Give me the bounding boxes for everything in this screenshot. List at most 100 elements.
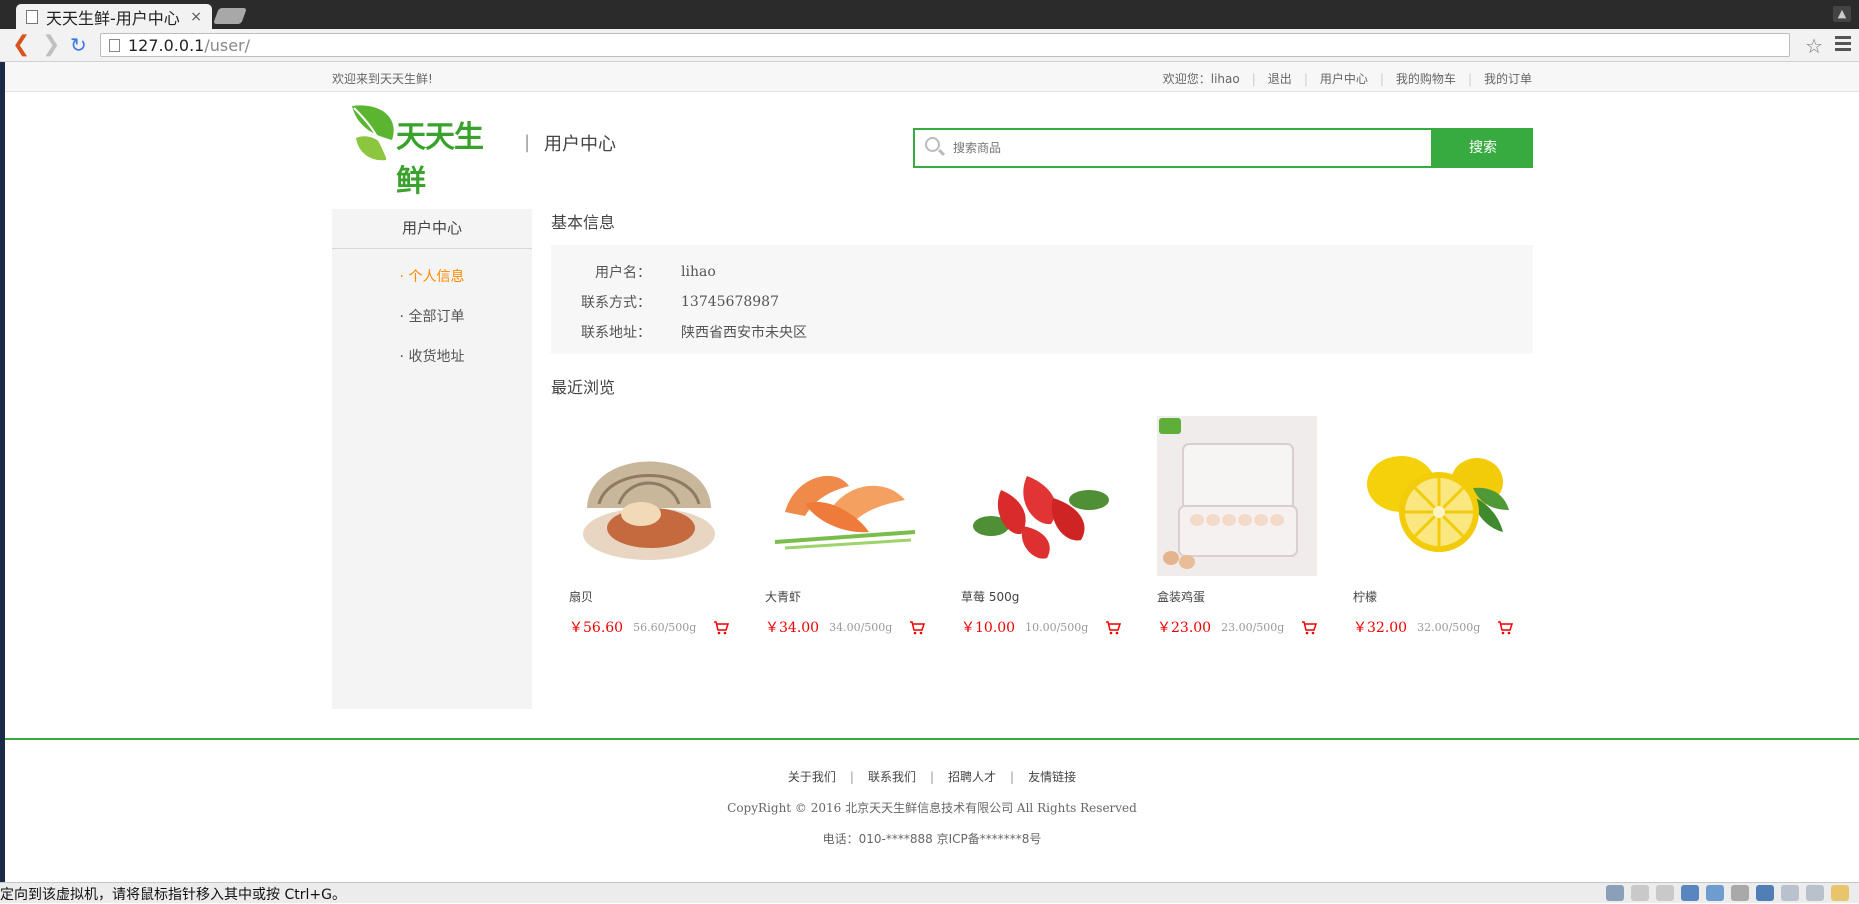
- info-row-address: 联系地址： 陕西省西安市未央区: [551, 317, 1533, 347]
- copyright: CopyRight © 2016 北京天天生鲜信息技术有限公司 All Righ…: [727, 801, 1137, 815]
- browser-tab-bar: 天天生鲜-用户中心 × ▲: [0, 0, 1859, 29]
- cd-drive-icon[interactable]: [1631, 885, 1649, 901]
- forward-icon[interactable]: ❯: [42, 34, 60, 56]
- user-greeting: 欢迎您：lihao: [1162, 72, 1240, 86]
- goods-image-lemon[interactable]: [1353, 416, 1513, 576]
- logo-text: 天天生鲜: [396, 120, 484, 199]
- goods-unit: 32.00/500g: [1417, 620, 1481, 634]
- info-key: 联系地址：: [581, 325, 651, 341]
- goods-unit: 23.00/500g: [1221, 620, 1285, 634]
- usb-icon[interactable]: [1806, 885, 1824, 901]
- goods-name[interactable]: 草莓 500g: [961, 588, 1121, 608]
- user-center-link[interactable]: 用户中心: [1320, 70, 1368, 87]
- goods-item[interactable]: 扇贝 ￥56.60 56.60/500g: [569, 416, 730, 638]
- separator: |: [929, 769, 935, 784]
- add-to-cart-icon[interactable]: [713, 620, 730, 635]
- page-icon: [109, 38, 120, 52]
- add-to-cart-icon[interactable]: [1497, 620, 1514, 635]
- url-host: 127.0.0.1: [128, 35, 205, 55]
- orders-link[interactable]: 我的订单: [1484, 70, 1532, 87]
- goods-name[interactable]: 柠檬: [1353, 588, 1513, 608]
- browser-tab[interactable]: 天天生鲜-用户中心 ×: [16, 4, 212, 29]
- info-value: 13745678987: [681, 294, 779, 310]
- separator: |: [849, 769, 854, 784]
- separator: |: [1303, 71, 1308, 86]
- footer-link-friends[interactable]: 友情链接: [1028, 768, 1076, 785]
- recent-goods-list: 扇贝 ￥56.60 56.60/500g 大青虾 ￥34.00 34.00/50…: [569, 416, 1533, 638]
- sidebar-item-orders[interactable]: · 全部订单: [332, 307, 532, 347]
- contact-phone: 电话：010-****888 京ICP备*******8号: [822, 832, 1042, 846]
- basic-info-panel: 用户名： lihao 联系方式： 13745678987 联系地址： 陕西省西安…: [551, 245, 1533, 354]
- goods-unit: 34.00/500g: [829, 620, 893, 634]
- goods-name[interactable]: 盒装鸡蛋: [1157, 588, 1317, 608]
- goods-price: ￥34.00: [765, 620, 820, 636]
- footer-link-about[interactable]: 关于我们: [788, 768, 836, 785]
- hard-disk-icon[interactable]: [1606, 885, 1624, 901]
- search-input[interactable]: [953, 133, 1431, 163]
- add-to-cart-icon[interactable]: [1105, 620, 1122, 635]
- sidebar-title: 用户中心: [332, 209, 532, 249]
- goods-image-shrimp[interactable]: [765, 416, 925, 576]
- search-box: [913, 128, 1433, 168]
- reload-icon[interactable]: ↻: [70, 34, 87, 56]
- add-to-cart-icon[interactable]: [1301, 620, 1318, 635]
- search-bar: 搜索: [913, 128, 1533, 168]
- footer-link-jobs[interactable]: 招聘人才: [948, 768, 996, 785]
- goods-name[interactable]: 大青虾: [765, 588, 925, 608]
- header-divider: |: [524, 132, 531, 153]
- site-welcome: 欢迎来到天天生鲜!: [332, 72, 433, 86]
- sound-icon[interactable]: [1756, 885, 1774, 901]
- printer-icon[interactable]: [1731, 885, 1749, 901]
- goods-item[interactable]: 大青虾 ￥34.00 34.00/500g: [765, 416, 926, 638]
- separator: |: [1251, 71, 1256, 86]
- url-field[interactable]: 127.0.0.1/user/: [100, 33, 1790, 57]
- add-to-cart-icon[interactable]: [909, 620, 926, 635]
- address-toolbar: ❮ ❯ ↻ 127.0.0.1/user/ ☆: [0, 29, 1859, 62]
- goods-price: ￥32.00: [1353, 620, 1408, 636]
- info-row-phone: 联系方式： 13745678987: [551, 287, 1533, 317]
- basic-info-title: 基本信息: [551, 213, 616, 232]
- goods-item[interactable]: 盒装鸡蛋 ￥23.00 23.00/500g: [1157, 416, 1318, 638]
- search-button[interactable]: 搜索: [1433, 128, 1533, 168]
- page: 欢迎来到天天生鲜! 欢迎您：lihao | 退出 | 用户中心 | 我的购物车 …: [5, 62, 1859, 882]
- goods-name[interactable]: 扇贝: [569, 588, 729, 608]
- message-icon[interactable]: [1831, 885, 1849, 901]
- info-value: lihao: [681, 264, 716, 280]
- new-tab-button[interactable]: [213, 8, 247, 24]
- info-key: 用户名：: [595, 265, 651, 281]
- cd-drive-icon[interactable]: [1656, 885, 1674, 901]
- site-logo[interactable]: 天天生鲜: [348, 102, 500, 199]
- recent-title: 最近浏览: [551, 378, 616, 397]
- separator: |: [1379, 71, 1384, 86]
- goods-image-strawberry[interactable]: [961, 416, 1121, 576]
- url-path: /user/: [204, 35, 251, 55]
- floppy-icon[interactable]: [1681, 885, 1699, 901]
- vm-status-message: 定向到该虚拟机，请将鼠标指针移入其中或按 Ctrl+G。: [0, 887, 346, 903]
- top-links: 欢迎您：lihao | 退出 | 用户中心 | 我的购物车 | 我的订单: [1163, 70, 1532, 87]
- top-strip: 欢迎来到天天生鲜! 欢迎您：lihao | 退出 | 用户中心 | 我的购物车 …: [5, 62, 1859, 92]
- sidebar-item-address[interactable]: · 收货地址: [332, 347, 532, 387]
- profile-icon[interactable]: ▲: [1833, 6, 1851, 22]
- page-icon: [26, 9, 38, 24]
- bookmark-star-icon[interactable]: ☆: [1805, 34, 1823, 58]
- sidebar-item-profile[interactable]: · 个人信息: [332, 267, 532, 307]
- goods-image-scallop[interactable]: [569, 416, 729, 576]
- logout-link[interactable]: 退出: [1268, 70, 1292, 87]
- browser-menu-icon[interactable]: [1835, 36, 1851, 52]
- vm-status-bar: 定向到该虚拟机，请将鼠标指针移入其中或按 Ctrl+G。: [0, 882, 1859, 903]
- page-title: 用户中心: [544, 134, 616, 155]
- footer-link-contact[interactable]: 联系我们: [868, 768, 916, 785]
- footer-links: 关于我们 | 联系我们 | 招聘人才 | 友情链接: [5, 768, 1859, 785]
- back-icon[interactable]: ❮: [12, 34, 30, 56]
- goods-item[interactable]: 柠檬 ￥32.00 32.00/500g: [1353, 416, 1514, 638]
- separator: |: [1467, 71, 1472, 86]
- goods-image-eggs[interactable]: [1157, 416, 1317, 576]
- network-icon[interactable]: [1706, 885, 1724, 901]
- info-value: 陕西省西安市未央区: [681, 325, 807, 341]
- goods-item[interactable]: 草莓 500g ￥10.00 10.00/500g: [961, 416, 1122, 638]
- usb-icon[interactable]: [1781, 885, 1799, 901]
- goods-price: ￥10.00: [961, 620, 1016, 636]
- footer-divider: [5, 738, 1859, 740]
- cart-link[interactable]: 我的购物车: [1396, 70, 1456, 87]
- tab-close-icon[interactable]: ×: [190, 9, 202, 25]
